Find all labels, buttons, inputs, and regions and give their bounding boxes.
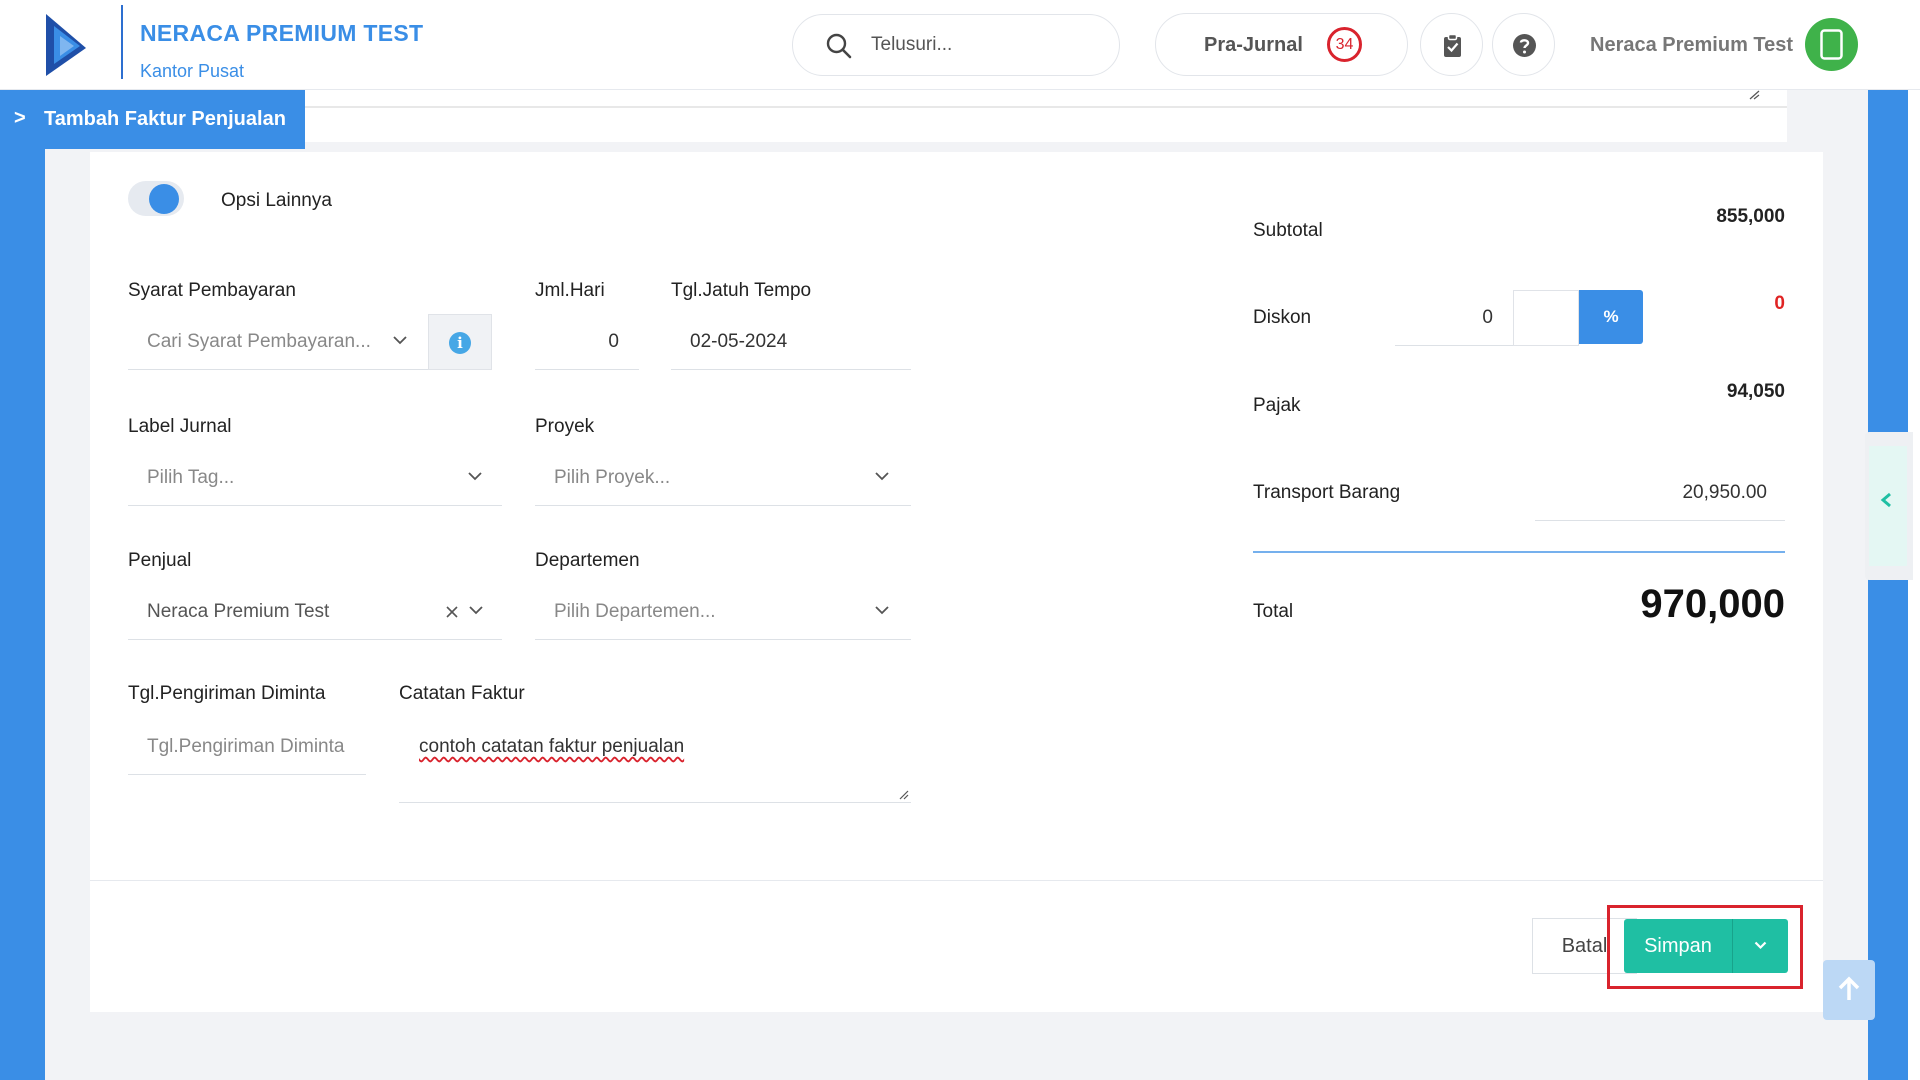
- departemen-label: Departemen: [535, 550, 640, 571]
- penjual-label: Penjual: [128, 550, 192, 571]
- user-avatar[interactable]: [1805, 18, 1858, 71]
- tasks-button[interactable]: [1420, 13, 1483, 76]
- search-icon: [826, 33, 852, 59]
- catatan-faktur-value: contoh catatan faktur penjualan: [419, 736, 685, 757]
- transport-label: Transport Barang: [1253, 482, 1401, 503]
- resize-handle-icon[interactable]: [1748, 90, 1760, 100]
- pra-jurnal-count-badge: 34: [1327, 27, 1362, 62]
- jml-hari-label: Jml.Hari: [535, 280, 605, 301]
- penjual-select[interactable]: Neraca Premium Test: [128, 584, 502, 640]
- side-panel-toggle[interactable]: [1865, 432, 1913, 580]
- jatuh-tempo-label: Tgl.Jatuh Tempo: [671, 280, 812, 301]
- diskon-percent-button[interactable]: %: [1579, 290, 1643, 344]
- syarat-pembayaran-select[interactable]: Cari Syarat Pembayaran...: [128, 314, 428, 370]
- search-box[interactable]: [792, 14, 1120, 76]
- previous-section-card: [90, 90, 1787, 142]
- syarat-pembayaran-placeholder: Cari Syarat Pembayaran...: [147, 331, 371, 352]
- right-edge: [1908, 90, 1920, 1080]
- jml-hari-input[interactable]: 0: [535, 314, 639, 370]
- total-label: Total: [1253, 601, 1294, 622]
- pajak-value: 94,050: [1726, 381, 1785, 402]
- top-bar: NERACA PREMIUM TEST Kantor Pusat Pra-Jur…: [0, 0, 1920, 90]
- label-jurnal-placeholder: Pilih Tag...: [147, 467, 235, 488]
- label-jurnal-select[interactable]: Pilih Tag...: [128, 450, 502, 506]
- proyek-placeholder: Pilih Proyek...: [554, 467, 671, 488]
- chevron-down-icon: [875, 472, 889, 481]
- help-circle-icon: [1513, 34, 1536, 57]
- transport-value: 20,950.00: [1682, 482, 1767, 503]
- search-input[interactable]: [871, 27, 1101, 63]
- proyek-label: Proyek: [535, 416, 595, 437]
- pra-jurnal-button[interactable]: Pra-Jurnal 34: [1155, 13, 1408, 76]
- departemen-placeholder: Pilih Departemen...: [554, 601, 716, 622]
- pra-jurnal-label: Pra-Jurnal: [1204, 34, 1303, 56]
- proyek-select[interactable]: Pilih Proyek...: [535, 450, 911, 506]
- arrow-up-icon: [1838, 976, 1860, 1000]
- app-logo: [46, 14, 86, 76]
- scroll-to-top-button[interactable]: [1823, 960, 1875, 1020]
- catatan-faktur-label: Catatan Faktur: [399, 683, 525, 704]
- diskon-input[interactable]: 0: [1395, 290, 1513, 346]
- user-name[interactable]: Neraca Premium Test: [1590, 34, 1793, 57]
- logo-divider: [121, 5, 123, 79]
- mobile-phone-icon: [1820, 29, 1843, 60]
- diskon-label: Diskon: [1253, 307, 1312, 328]
- chevron-down-icon: [393, 336, 407, 345]
- chevron-down-icon: [875, 606, 889, 615]
- textarea-bottom-border: [130, 106, 1787, 108]
- syarat-pembayaran-label: Syarat Pembayaran: [128, 280, 296, 301]
- departemen-select[interactable]: Pilih Departemen...: [535, 584, 911, 640]
- transport-input[interactable]: 20,950.00: [1535, 465, 1785, 521]
- opsi-lainnya-toggle[interactable]: [128, 181, 184, 216]
- subtotal-label: Subtotal: [1253, 220, 1323, 241]
- total-value: 970,000: [1640, 582, 1785, 626]
- diskon-value: 0: [1774, 293, 1785, 314]
- branch-name[interactable]: Kantor Pusat: [140, 61, 244, 82]
- info-icon: i: [449, 332, 471, 354]
- card-divider: [90, 880, 1823, 881]
- diskon-amount-box[interactable]: [1513, 290, 1579, 346]
- clear-icon[interactable]: [446, 606, 458, 618]
- jatuh-tempo-value: 02-05-2024: [690, 331, 788, 352]
- subtotal-value: 855,000: [1716, 206, 1785, 227]
- chevron-left-icon: [1880, 492, 1891, 508]
- simpan-highlight-box: [1607, 905, 1803, 989]
- tgl-pengiriman-placeholder: Tgl.Pengiriman Diminta: [147, 736, 345, 757]
- help-button[interactable]: [1492, 13, 1555, 76]
- diskon-input-value: 0: [1482, 307, 1493, 328]
- tgl-pengiriman-input[interactable]: Tgl.Pengiriman Diminta: [128, 719, 366, 775]
- chevron-down-icon: [469, 606, 483, 615]
- catatan-faktur-textarea[interactable]: contoh catatan faktur penjualan: [399, 719, 911, 803]
- chevron-down-icon: [468, 472, 482, 481]
- syarat-info-button[interactable]: i: [428, 314, 492, 370]
- resize-handle-icon[interactable]: [899, 790, 909, 800]
- options-card: [90, 152, 1823, 1012]
- total-divider: [1253, 551, 1785, 553]
- clipboard-check-icon: [1444, 33, 1461, 57]
- page-tab-tambah-faktur[interactable]: > Tambah Faktur Penjualan: [0, 90, 305, 149]
- tgl-pengiriman-label: Tgl.Pengiriman Diminta: [128, 683, 326, 704]
- company-name: NERACA PREMIUM TEST: [140, 20, 424, 46]
- jatuh-tempo-input[interactable]: 02-05-2024: [671, 314, 911, 370]
- toggle-knob: [149, 184, 179, 214]
- right-rail: [1868, 90, 1908, 1080]
- pajak-label: Pajak: [1253, 395, 1301, 416]
- opsi-lainnya-label: Opsi Lainnya: [221, 190, 332, 211]
- label-jurnal-label: Label Jurnal: [128, 416, 232, 437]
- page-tab-title: Tambah Faktur Penjualan: [44, 108, 286, 130]
- penjual-value: Neraca Premium Test: [147, 601, 330, 622]
- jml-hari-value: 0: [608, 331, 619, 352]
- chevron-right-icon: >: [14, 107, 26, 129]
